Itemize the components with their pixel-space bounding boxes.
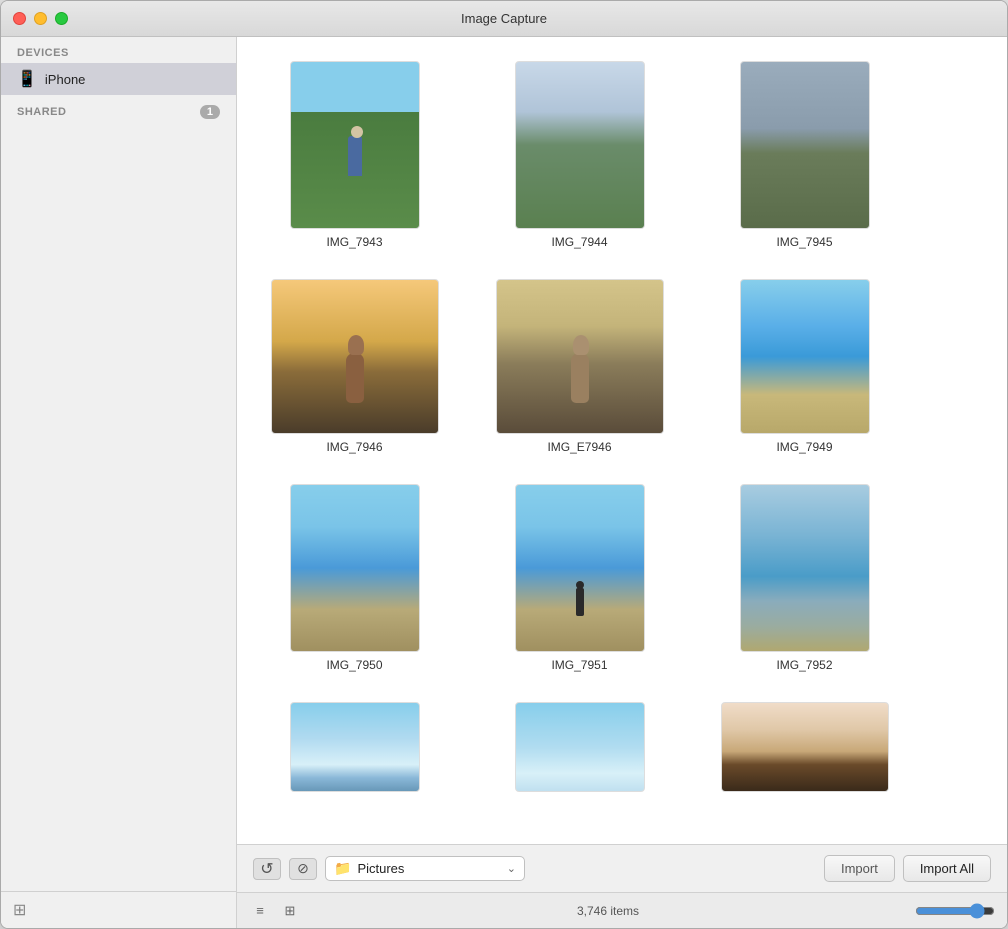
- rotate-icon: ↺: [260, 859, 273, 879]
- photo-grid: IMG_7943 IMG_7944 IMG_7945: [267, 61, 977, 792]
- photo-item-img7946[interactable]: IMG_7946: [267, 279, 442, 454]
- window-title: Image Capture: [461, 11, 547, 26]
- photo-thumb-img7946: [271, 279, 439, 434]
- photo-thumb-img7944: [515, 61, 645, 229]
- photo-thumb-img7950: [290, 484, 420, 652]
- list-view-icon: ≡: [256, 903, 264, 918]
- photo-item-img7953[interactable]: [267, 702, 442, 792]
- app-window: Image Capture DEVICES 📱 iPhone SHARED 1 …: [0, 0, 1008, 929]
- photo-thumb-imge7946: [496, 279, 664, 434]
- chevron-down-icon: ⌄: [507, 862, 516, 875]
- folder-icon: 📁: [334, 860, 351, 877]
- photo-item-imge7946[interactable]: IMG_E7946: [492, 279, 667, 454]
- sidebar: DEVICES 📱 iPhone SHARED 1 ⊞: [1, 37, 237, 928]
- delete-icon: ⊘: [297, 860, 309, 877]
- photo-item-img7951[interactable]: IMG_7951: [492, 484, 667, 672]
- grid-view-button[interactable]: ⊞: [279, 902, 301, 920]
- item-count: 3,746 items: [577, 904, 639, 918]
- photo-label-img7952: IMG_7952: [776, 658, 832, 672]
- destination-selector[interactable]: 📁 Pictures ⌄: [325, 856, 525, 881]
- zoom-slider[interactable]: [915, 903, 995, 919]
- devices-section-header: DEVICES: [1, 37, 236, 63]
- photo-label-imge7946: IMG_E7946: [547, 440, 611, 454]
- maximize-button[interactable]: [55, 12, 68, 25]
- minimize-button[interactable]: [34, 12, 47, 25]
- grid-view-icon: ⊞: [285, 903, 296, 919]
- photos-library-icon[interactable]: ⊞: [13, 902, 26, 919]
- photo-thumb-img7945: [740, 61, 870, 229]
- photo-grid-container[interactable]: IMG_7943 IMG_7944 IMG_7945: [237, 37, 1007, 844]
- photo-item-img7944[interactable]: IMG_7944: [492, 61, 667, 249]
- photo-label-img7943: IMG_7943: [326, 235, 382, 249]
- photo-label-img7944: IMG_7944: [551, 235, 607, 249]
- main-layout: DEVICES 📱 iPhone SHARED 1 ⊞: [1, 37, 1007, 928]
- import-all-button[interactable]: Import All: [903, 855, 991, 882]
- content-area: IMG_7943 IMG_7944 IMG_7945: [237, 37, 1007, 928]
- photo-item-img7955[interactable]: [717, 702, 892, 792]
- zoom-slider-container: [915, 903, 995, 919]
- photo-thumb-img7954: [515, 702, 645, 792]
- photo-item-img7945[interactable]: IMG_7945: [717, 61, 892, 249]
- photo-thumb-img7951: [515, 484, 645, 652]
- photo-thumb-img7955: [721, 702, 889, 792]
- destination-label: Pictures: [357, 861, 500, 876]
- photo-item-img7949[interactable]: IMG_7949: [717, 279, 892, 454]
- bottom-toolbar: ↺ ⊘ 📁 Pictures ⌄ Import Import All: [237, 844, 1007, 892]
- close-button[interactable]: [13, 12, 26, 25]
- photo-item-img7943[interactable]: IMG_7943: [267, 61, 442, 249]
- photo-thumb-img7953: [290, 702, 420, 792]
- iphone-label: iPhone: [45, 72, 85, 87]
- sidebar-item-iphone[interactable]: 📱 iPhone: [1, 63, 236, 95]
- photo-thumb-img7943: [290, 61, 420, 229]
- photo-item-img7950[interactable]: IMG_7950: [267, 484, 442, 672]
- shared-section-row: SHARED 1: [1, 95, 236, 123]
- shared-count-badge: 1: [200, 105, 220, 119]
- photo-label-img7951: IMG_7951: [551, 658, 607, 672]
- sidebar-bottom: ⊞: [1, 891, 236, 928]
- import-button[interactable]: Import: [824, 855, 895, 882]
- list-view-button[interactable]: ≡: [249, 902, 271, 920]
- rotate-button[interactable]: ↺: [253, 858, 281, 880]
- photo-label-img7946: IMG_7946: [326, 440, 382, 454]
- photo-item-img7954[interactable]: [492, 702, 667, 792]
- iphone-icon: 📱: [17, 69, 37, 89]
- shared-section-header: SHARED: [17, 106, 66, 118]
- delete-button[interactable]: ⊘: [289, 858, 317, 880]
- photo-label-img7945: IMG_7945: [776, 235, 832, 249]
- photo-label-img7950: IMG_7950: [326, 658, 382, 672]
- titlebar: Image Capture: [1, 1, 1007, 37]
- status-bar: ≡ ⊞ 3,746 items: [237, 892, 1007, 928]
- photo-label-img7949: IMG_7949: [776, 440, 832, 454]
- photo-thumb-img7949: [740, 279, 870, 434]
- photo-item-img7952[interactable]: IMG_7952: [717, 484, 892, 672]
- traffic-lights: [13, 12, 68, 25]
- photo-thumb-img7952: [740, 484, 870, 652]
